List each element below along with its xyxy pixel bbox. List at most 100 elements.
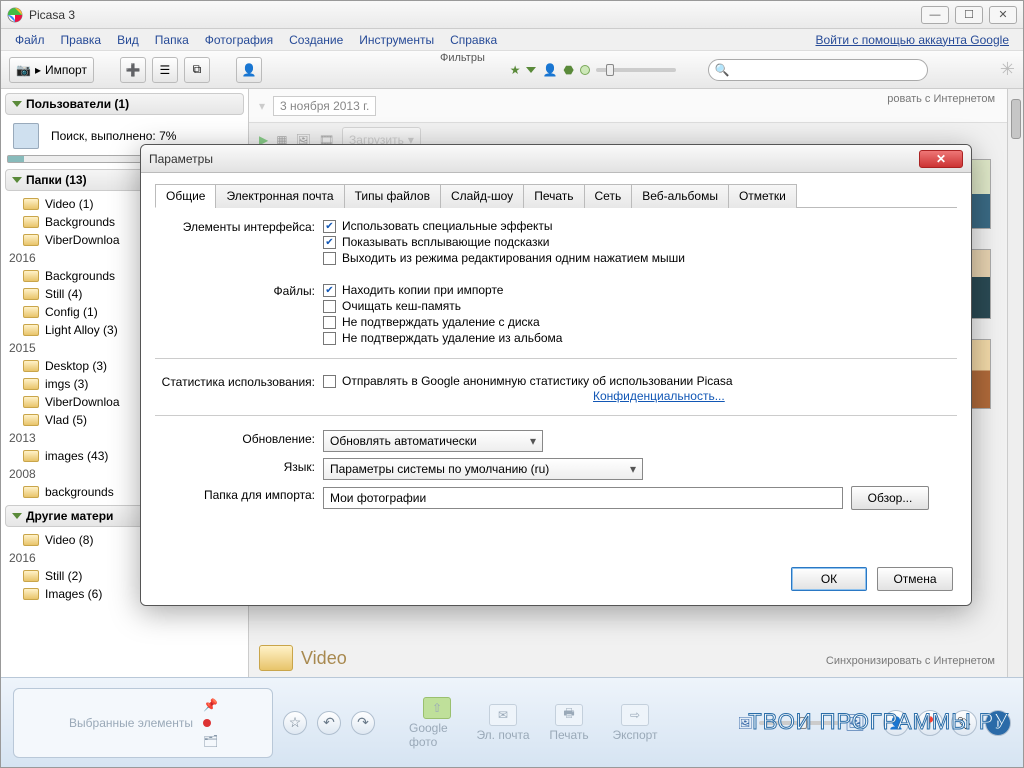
tab-print[interactable]: Печать	[523, 184, 584, 208]
label-stats: Статистика использования:	[155, 373, 315, 389]
checkbox-no-confirm-disk[interactable]	[323, 316, 336, 329]
tree-icon: ⧉	[193, 62, 202, 77]
upload-google-button[interactable]: ⇧Google фото	[409, 697, 465, 749]
update-dropdown[interactable]: Обновлять автоматически	[323, 430, 543, 452]
close-button[interactable]: ✕	[989, 6, 1017, 24]
menu-tools[interactable]: Инструменты	[351, 30, 442, 50]
people-button[interactable]: 👤	[236, 57, 262, 83]
checkbox-effects[interactable]	[323, 220, 336, 233]
menu-bar: Файл Правка Вид Папка Фотография Создани…	[1, 29, 1023, 51]
folder-icon	[23, 414, 39, 426]
label-import-folder: Папка для импорта:	[155, 486, 315, 502]
video-folder-row[interactable]: Video	[259, 645, 347, 671]
minimize-button[interactable]: ―	[921, 6, 949, 24]
checkbox-tooltips[interactable]	[323, 236, 336, 249]
selection-label: Выбранные элементы	[69, 716, 193, 730]
titlebar: Picasa 3 ― ☐ ✕	[1, 1, 1023, 29]
list-icon: ☰	[160, 63, 171, 77]
tab-email[interactable]: Электронная почта	[215, 184, 344, 208]
folder-icon	[23, 198, 39, 210]
folder-icon	[23, 450, 39, 462]
checkbox-no-confirm-album[interactable]	[323, 332, 336, 345]
label-ui: Элементы интерфейса:	[155, 218, 315, 234]
menu-create[interactable]: Создание	[281, 30, 351, 50]
signin-link[interactable]: Войти с помощью аккаунта Google	[808, 30, 1017, 50]
language-dropdown[interactable]: Параметры системы по умолчанию (ru)	[323, 458, 643, 480]
folder-icon	[23, 270, 39, 282]
menu-photo[interactable]: Фотография	[197, 30, 281, 50]
camera-icon: 📷	[16, 63, 31, 77]
scrollbar[interactable]	[1007, 89, 1023, 677]
cancel-button[interactable]: Отмена	[877, 567, 953, 591]
folder-icon	[23, 288, 39, 300]
clear-icon[interactable]	[203, 716, 217, 730]
tab-general[interactable]: Общие	[155, 184, 216, 208]
label-files: Файлы:	[155, 282, 315, 298]
import-folder-input[interactable]: Мои фотографии	[323, 487, 843, 509]
watermark: ТВОИ ПРОГРАММЫ РУ	[748, 709, 1009, 735]
checkbox-dupes[interactable]	[323, 284, 336, 297]
tab-web[interactable]: Веб-альбомы	[631, 184, 729, 208]
menu-edit[interactable]: Правка	[53, 30, 110, 50]
import-label: Импорт	[45, 63, 87, 77]
print-button[interactable]: 🖶Печать	[541, 704, 597, 742]
checkbox-send-stats[interactable]	[323, 375, 336, 388]
pin-icon[interactable]: 📌	[203, 698, 217, 712]
dialog-close-button[interactable]: ✕	[919, 150, 963, 168]
checkbox-clear-cache[interactable]	[323, 300, 336, 313]
import-button[interactable]: 📷▸ Импорт	[9, 57, 94, 83]
rotate-left-button[interactable]: ↶	[317, 711, 341, 735]
tab-types[interactable]: Типы файлов	[344, 184, 441, 208]
selection-box: Выбранные элементы 📌 🗂	[13, 688, 273, 758]
menu-help[interactable]: Справка	[442, 30, 505, 50]
dialog-title: Параметры	[149, 152, 213, 166]
filter-slider[interactable]	[596, 68, 676, 72]
filter-flag-icon[interactable]	[526, 67, 536, 73]
folder-icon	[23, 378, 39, 390]
tab-net[interactable]: Сеть	[584, 184, 633, 208]
sidebar-users-header[interactable]: Пользователи (1)	[5, 93, 244, 115]
search-input[interactable]: 🔍	[708, 59, 928, 81]
folder-icon	[23, 486, 39, 498]
checkbox-exit-single[interactable]	[323, 252, 336, 265]
sidebar-users-label: Пользователи (1)	[26, 97, 129, 111]
sync-full-label: Синхронизировать с Интернетом	[826, 655, 995, 667]
sidebar-other-label: Другие матери	[26, 509, 113, 523]
folder-icon	[23, 396, 39, 408]
plus-icon: ➕	[125, 63, 140, 77]
browse-button[interactable]: Обзор...	[851, 486, 929, 510]
tab-marks[interactable]: Отметки	[728, 184, 797, 208]
folder-icon	[23, 234, 39, 246]
menu-view[interactable]: Вид	[109, 30, 147, 50]
rotate-right-button[interactable]: ↷	[351, 711, 375, 735]
filter-person-icon[interactable]: 👤	[542, 63, 557, 77]
scan-progress-label: Поиск, выполнено: 7%	[51, 129, 176, 143]
busy-icon: ✳	[1000, 59, 1015, 80]
sidebar-folders-label: Папки (13)	[26, 173, 87, 187]
filter-geo-icon[interactable]: ⬣	[563, 63, 573, 77]
folder-icon	[23, 324, 39, 336]
view-list-button[interactable]: ☰	[152, 57, 178, 83]
email-button[interactable]: ✉Эл. почта	[475, 704, 531, 742]
tab-slideshow[interactable]: Слайд-шоу	[440, 184, 524, 208]
filter-star-icon[interactable]: ★	[510, 63, 521, 77]
view-tree-button[interactable]: ⧉	[184, 57, 210, 83]
chevron-down-icon	[12, 177, 22, 183]
filter-pin-icon[interactable]	[580, 65, 590, 75]
dialog-titlebar: Параметры ✕	[141, 145, 971, 173]
window-title: Picasa 3	[29, 8, 75, 22]
privacy-link[interactable]: Конфиденциальность...	[593, 389, 725, 403]
new-album-button[interactable]: ➕	[120, 57, 146, 83]
menu-file[interactable]: Файл	[7, 30, 53, 50]
ok-button[interactable]: ОК	[791, 567, 867, 591]
maximize-button[interactable]: ☐	[955, 6, 983, 24]
tray-icon[interactable]: 🗂	[203, 734, 217, 748]
search-icon: 🔍	[715, 63, 730, 77]
chevron-down-icon	[12, 513, 22, 519]
options-dialog: Параметры ✕ Общие Электронная почта Типы…	[140, 144, 972, 606]
menu-folder[interactable]: Папка	[147, 30, 197, 50]
folder-icon	[23, 216, 39, 228]
export-button[interactable]: ⇨Экспорт	[607, 704, 663, 742]
chevron-down-icon	[12, 101, 22, 107]
star-button[interactable]: ☆	[283, 711, 307, 735]
